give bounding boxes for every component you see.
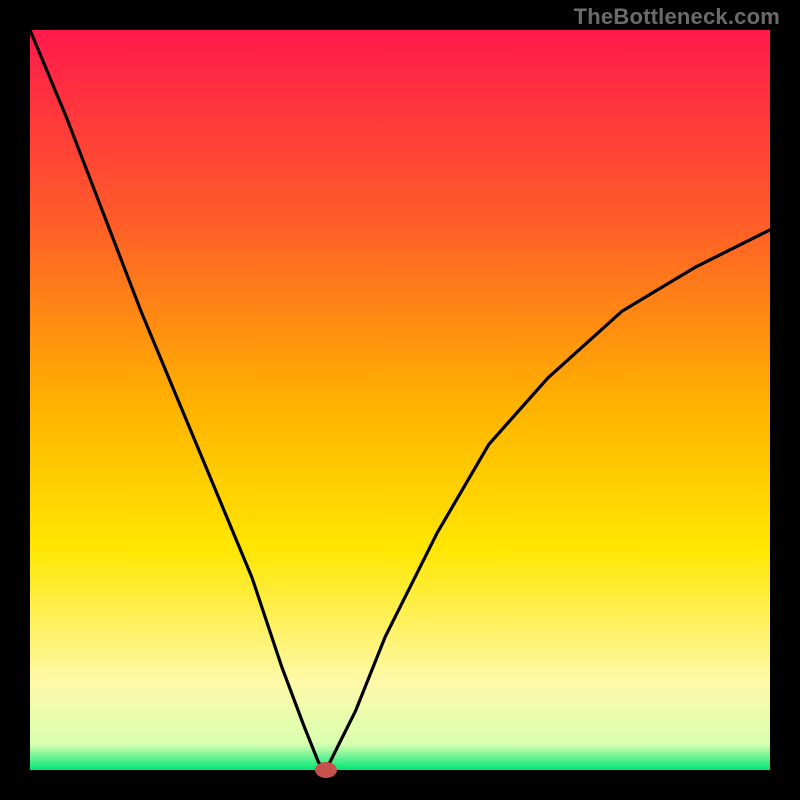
optimum-marker [315,762,337,778]
bottleneck-chart [0,0,800,800]
chart-frame: TheBottleneck.com [0,0,800,800]
watermark-text: TheBottleneck.com [574,4,780,30]
plot-background [30,30,770,770]
